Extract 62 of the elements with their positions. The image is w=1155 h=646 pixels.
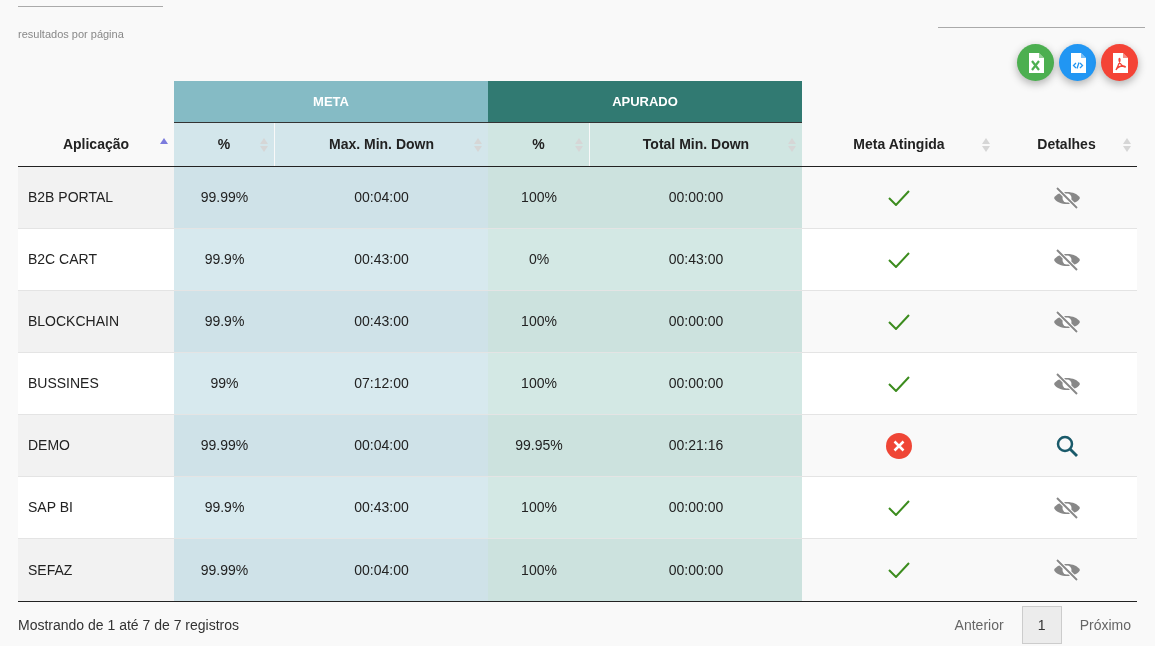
search-icon[interactable] — [1055, 434, 1078, 457]
table-cell: 00:43:00 — [275, 291, 488, 352]
eye-off-icon[interactable] — [1052, 371, 1081, 396]
column-header[interactable]: % — [488, 123, 590, 166]
table-cell: 00:00:00 — [590, 539, 802, 601]
table-cell: 00:00:00 — [590, 477, 802, 538]
eye-off-icon[interactable] — [1052, 309, 1081, 334]
table-cell: 00:43:00 — [275, 477, 488, 538]
page-button[interactable]: 1 — [1021, 606, 1062, 644]
table-cell: 100% — [488, 291, 590, 352]
table-cell: 00:00:00 — [590, 353, 802, 414]
table-cell: 99.99% — [174, 167, 275, 228]
table-cell: SEFAZ — [18, 539, 174, 601]
table-cell: 99% — [174, 353, 275, 414]
table-cell: 99.9% — [174, 291, 275, 352]
table-cell: 00:21:16 — [590, 415, 802, 476]
table-cell: 100% — [488, 353, 590, 414]
column-header[interactable]: % — [174, 123, 275, 166]
excel-export-button[interactable] — [1017, 44, 1054, 81]
table-cell: SAP BI — [18, 477, 174, 538]
table-cell: 99.9% — [174, 477, 275, 538]
table-cell: DEMO — [18, 415, 174, 476]
table-cell: 0% — [488, 229, 590, 290]
table-cell: 99.95% — [488, 415, 590, 476]
table-cell: B2B PORTAL — [18, 167, 174, 228]
eye-off-icon[interactable] — [1052, 495, 1081, 520]
table-cell: 100% — [488, 167, 590, 228]
table-cell: 00:43:00 — [590, 229, 802, 290]
table-cell: B2C CART — [18, 229, 174, 290]
table-cell: 99.99% — [174, 539, 275, 601]
table-cell: 99.99% — [174, 415, 275, 476]
column-group-header: APURADO — [488, 81, 802, 123]
records-info: Mostrando de 1 até 7 de 7 registros — [18, 615, 240, 635]
eye-off-icon[interactable] — [1052, 185, 1081, 210]
table-cell: 100% — [488, 477, 590, 538]
column-header[interactable]: Max. Min. Down — [275, 123, 488, 166]
column-header[interactable]: Aplicação — [18, 123, 174, 166]
table-cell: 00:04:00 — [275, 167, 488, 228]
table-cell: 00:04:00 — [275, 415, 488, 476]
xml-export-button[interactable] — [1059, 44, 1096, 81]
pagination-link[interactable]: Anterior — [944, 606, 1014, 644]
table-cell: BLOCKCHAIN — [18, 291, 174, 352]
table-cell: 99.9% — [174, 229, 275, 290]
column-header[interactable]: Meta Atingida — [802, 123, 996, 166]
pagination-link[interactable]: Próximo — [1069, 606, 1141, 644]
column-header[interactable]: Detalhes — [996, 123, 1137, 166]
page-size-label: resultados por página — [18, 27, 125, 42]
table-cell: 00:00:00 — [590, 291, 802, 352]
table-cell: 00:43:00 — [275, 229, 488, 290]
eye-off-icon[interactable] — [1052, 558, 1081, 582]
file-icon — [1027, 52, 1044, 73]
column-header[interactable]: Total Min. Down — [590, 123, 802, 166]
table-cell: 100% — [488, 539, 590, 601]
eye-off-icon[interactable] — [1052, 247, 1081, 272]
table-cell: 07:12:00 — [275, 353, 488, 414]
table-cell: 00:04:00 — [275, 539, 488, 601]
column-group-header: META — [174, 81, 488, 123]
table-cell: BUSSINES — [18, 353, 174, 414]
table-cell: 00:00:00 — [590, 167, 802, 228]
file-icon — [1111, 52, 1128, 73]
pdf-export-button[interactable] — [1101, 44, 1138, 81]
file-icon — [1069, 52, 1086, 73]
